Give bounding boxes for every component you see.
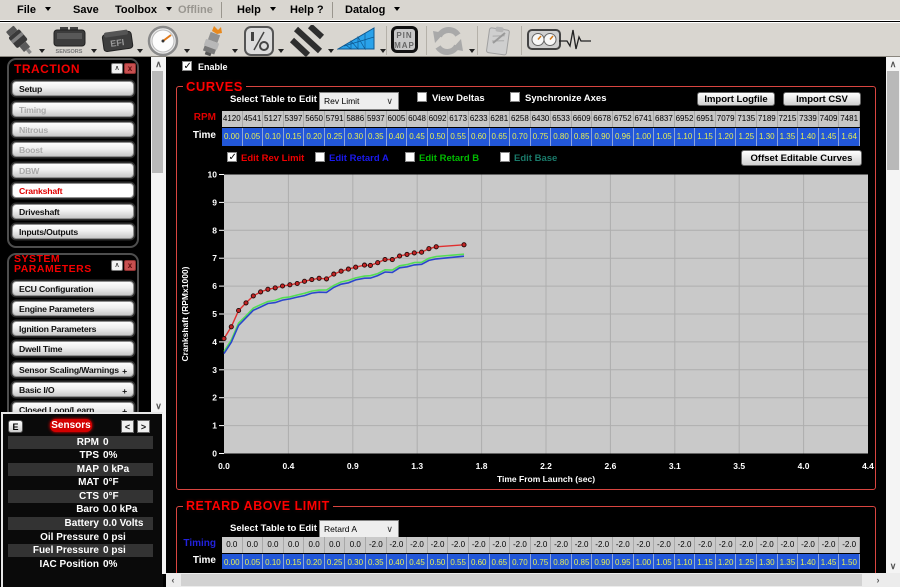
svg-text:2.6: 2.6 [604, 461, 616, 471]
svg-text:MAP: MAP [394, 41, 415, 50]
svg-text:SENSORS: SENSORS [56, 49, 83, 55]
svg-text:5: 5 [212, 309, 217, 319]
svg-text:8: 8 [212, 225, 217, 235]
svg-text:0: 0 [212, 449, 217, 459]
svg-text:2: 2 [212, 393, 217, 403]
svg-text:7: 7 [212, 253, 217, 263]
svg-text:3: 3 [212, 365, 217, 375]
svg-text:Crankshaft (RPMx1000): Crankshaft (RPMx1000) [180, 266, 190, 361]
svg-text:Time From Launch (sec): Time From Launch (sec) [497, 474, 595, 484]
svg-text:3.5: 3.5 [733, 461, 745, 471]
svg-text:4: 4 [212, 337, 217, 347]
svg-text:PIN: PIN [396, 31, 412, 40]
svg-text:9: 9 [212, 197, 217, 207]
svg-text:4.4: 4.4 [862, 461, 874, 471]
svg-text:1.8: 1.8 [476, 461, 488, 471]
svg-text:2.2: 2.2 [540, 461, 552, 471]
svg-text:6: 6 [212, 281, 217, 291]
svg-text:1.3: 1.3 [411, 461, 423, 471]
svg-text:1: 1 [212, 421, 217, 431]
svg-text:0.9: 0.9 [347, 461, 359, 471]
svg-text:3.1: 3.1 [669, 461, 681, 471]
svg-text:0.0: 0.0 [218, 461, 230, 471]
svg-text:EFI: EFI [110, 37, 125, 49]
svg-text:0.4: 0.4 [282, 461, 294, 471]
svg-text:10: 10 [208, 170, 218, 180]
svg-text:4.0: 4.0 [798, 461, 810, 471]
